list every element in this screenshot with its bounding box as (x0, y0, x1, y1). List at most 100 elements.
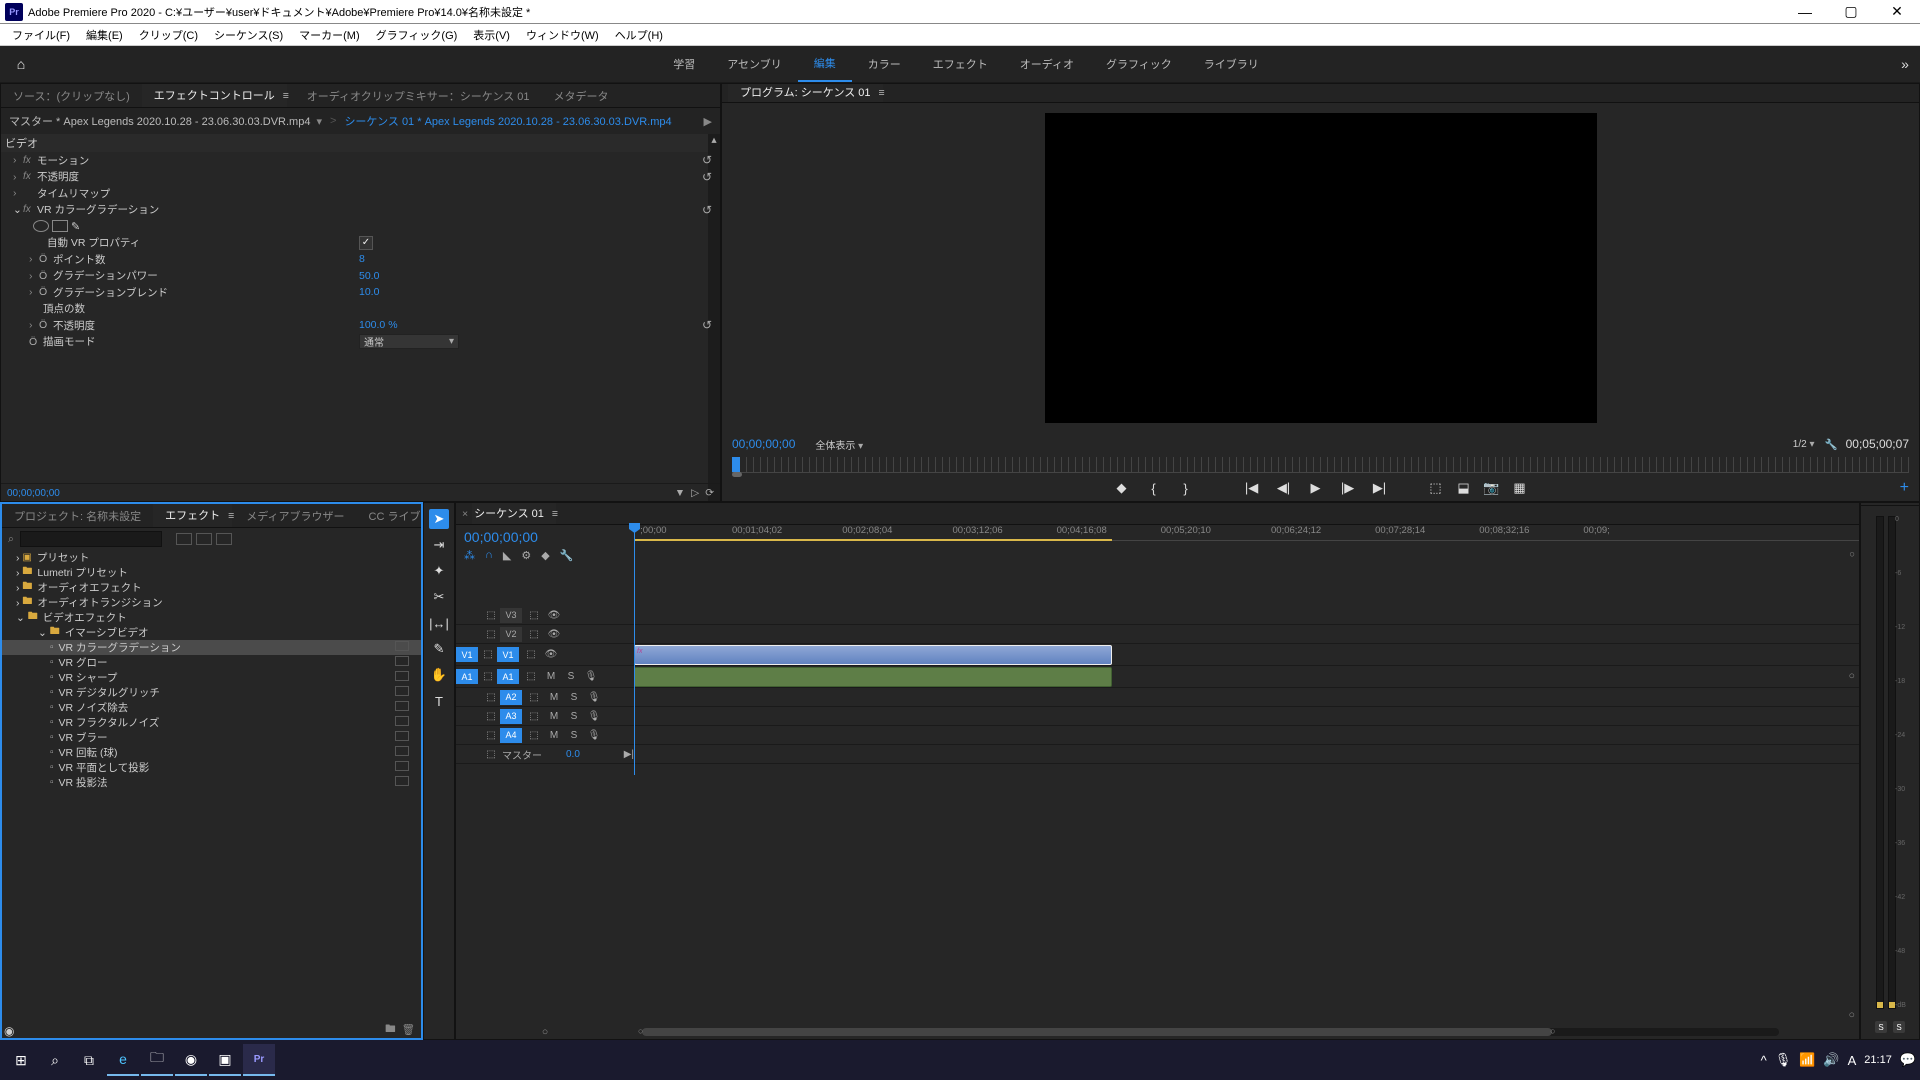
track-select-tool-icon[interactable]: ⇥ (429, 535, 449, 555)
track-a3-header[interactable]: ⬚A3⬚MS🎙 (456, 707, 634, 726)
taskbar-clock[interactable]: 21:17 (1864, 1054, 1892, 1066)
workspace-learning[interactable]: 学習 (657, 46, 711, 82)
tab-cc-libraries[interactable]: CC ライブラリ (357, 504, 422, 527)
lift-icon[interactable]: ⬚ (1427, 480, 1445, 496)
horiz-zoom-out-icon[interactable]: ○ (456, 1026, 634, 1038)
step-back-icon[interactable]: ◀| (1275, 480, 1293, 496)
preset-vr-gradation[interactable]: ▫VR カラーグラデーション (2, 640, 421, 655)
video-clip[interactable]: fx (634, 645, 1112, 665)
program-playhead[interactable] (732, 457, 740, 472)
hand-tool-icon[interactable]: ✋ (429, 665, 449, 685)
opacity-value[interactable]: 100.0 % (359, 319, 398, 331)
audio-clip[interactable] (634, 667, 1112, 687)
prop-grad-power[interactable]: ›Ö グラデーションパワー 50.0 (1, 268, 720, 285)
mic-icon[interactable]: 🎙 (1775, 1052, 1792, 1068)
auto-vr-checkbox[interactable]: ✓ (359, 236, 373, 250)
slip-tool-icon[interactable]: |↔| (429, 613, 449, 633)
menu-marker[interactable]: マーカー(M) (291, 27, 368, 43)
program-in-timecode[interactable]: 00;00;00;00 (732, 437, 795, 451)
reset-icon[interactable]: ↺ (702, 170, 712, 184)
folder-lumetri[interactable]: › 🖿Lumetri プリセット (2, 565, 421, 580)
preset-vr-project-plane[interactable]: ▫VR 平面として投影 (2, 760, 421, 775)
type-tool-icon[interactable]: T (429, 691, 449, 711)
timeline-playhead[interactable] (634, 525, 635, 775)
explorer-icon[interactable]: 🗀 (141, 1044, 173, 1076)
program-resolution-select[interactable]: 1/2 (1793, 439, 1815, 450)
window-minimize-button[interactable]: — (1782, 0, 1828, 24)
tab-menu-icon[interactable]: ≡ (283, 90, 295, 102)
preset-vr-glitch[interactable]: ▫VR デジタルグリッチ (2, 685, 421, 700)
workspace-color[interactable]: カラー (852, 46, 917, 82)
workspace-overflow-icon[interactable]: » (1890, 56, 1920, 72)
timeline-horiz-scrollbar[interactable] (642, 1028, 1779, 1036)
workspace-audio[interactable]: オーディオ (1004, 46, 1090, 82)
track-master-header[interactable]: ⬚マスター0.0▶| (456, 745, 634, 764)
menu-graphics[interactable]: グラフィック(G) (368, 27, 466, 43)
program-zoom-select[interactable]: 全体表示 (815, 437, 863, 452)
workspace-effects[interactable]: エフェクト (917, 46, 1004, 82)
grad-blend-value[interactable]: 10.0 (359, 286, 379, 298)
button-editor-icon[interactable]: + (1900, 479, 1909, 497)
wrench-icon[interactable]: 🔧 (560, 549, 574, 562)
preset-vr-fractal[interactable]: ▫VR フラクタルノイズ (2, 715, 421, 730)
mask-ellipse-icon[interactable] (33, 220, 49, 232)
accelerated-badge-icon[interactable] (176, 533, 192, 545)
workspace-editing[interactable]: 編集 (798, 46, 852, 82)
tab-media-browser[interactable]: メディアブラウザー (234, 504, 356, 527)
ime-icon[interactable]: A (1848, 1053, 1857, 1068)
go-to-out-icon[interactable]: ▶| (1371, 480, 1389, 496)
ripple-edit-tool-icon[interactable]: ✦ (429, 561, 449, 581)
linked-selection-icon[interactable]: ∩ (485, 549, 493, 562)
preset-vr-blur[interactable]: ▫VR ブラー (2, 730, 421, 745)
add-marker-icon[interactable]: ◣ (503, 549, 511, 562)
folder-presets[interactable]: › ▣プリセット (2, 550, 421, 565)
loop-icon[interactable]: ⟳ (705, 487, 714, 499)
timeline-nav-icon[interactable]: ▶ (704, 115, 712, 128)
timeline-ruler[interactable]: ;00;00 00;01;04;02 00;02;08;04 00;03;12;… (634, 525, 1859, 541)
yuv-badge-icon[interactable] (216, 533, 232, 545)
effect-motion[interactable]: ›fx モーション ↺ (1, 152, 720, 169)
blend-mode-select[interactable]: 通常 (359, 334, 459, 349)
menu-file[interactable]: ファイル(F) (4, 27, 78, 43)
folder-video-fx[interactable]: ⌄ 🖿ビデオエフェクト (2, 610, 421, 625)
folder-audio-fx[interactable]: › 🖿オーディオエフェクト (2, 580, 421, 595)
menu-clip[interactable]: クリップ(C) (131, 27, 206, 43)
tab-metadata[interactable]: メタデータ (542, 84, 621, 107)
menu-edit[interactable]: 編集(E) (78, 27, 131, 43)
zoom-scroll-diamond-icon[interactable]: ○ (1849, 549, 1855, 560)
razor-tool-icon[interactable]: ✂ (429, 587, 449, 607)
new-bin-icon[interactable]: 🖿 (385, 1021, 396, 1039)
tab-source[interactable]: ソース：(クリップなし) (1, 84, 142, 107)
tray-expand-icon[interactable]: ^ (1761, 1053, 1767, 1068)
volume-icon[interactable]: 🔊 (1823, 1052, 1839, 1068)
track-v1-header[interactable]: V1⬚V1⬚👁 (456, 644, 634, 666)
menu-help[interactable]: ヘルプ(H) (607, 27, 671, 43)
reset-icon[interactable]: ↺ (702, 203, 712, 217)
tab-project[interactable]: プロジェクト: 名称未設定 (2, 504, 153, 527)
workspace-graphics[interactable]: グラフィック (1090, 46, 1188, 82)
step-forward-icon[interactable]: |▶ (1339, 480, 1357, 496)
tab-sequence[interactable]: シーケンス 01 (472, 503, 556, 524)
point-count-value[interactable]: 8 (359, 253, 365, 265)
play-only-icon[interactable]: ▷ (691, 487, 699, 499)
preset-vr-glow[interactable]: ▫VR グロー (2, 655, 421, 670)
task-view-icon[interactable]: ⧉ (73, 1044, 105, 1076)
effect-vr-gradation[interactable]: ⌄fx VR カラーグラデーション ↺ (1, 202, 720, 219)
tab-menu-icon[interactable]: ≡ (879, 87, 891, 99)
effect-time-remap[interactable]: › タイムリマップ (1, 185, 720, 202)
workspace-libraries[interactable]: ライブラリ (1188, 46, 1275, 82)
timeline-content-area[interactable]: fx ○ ○ (634, 566, 1859, 1025)
tab-effect-controls[interactable]: エフェクトコントロール (142, 84, 287, 107)
window-maximize-button[interactable]: ▢ (1828, 0, 1874, 24)
prop-point-count[interactable]: ›Ö ポイント数 8 (1, 251, 720, 268)
edge-icon[interactable]: e (107, 1044, 139, 1076)
mark-in-icon[interactable]: { (1145, 481, 1163, 496)
preset-vr-sharp[interactable]: ▫VR シャープ (2, 670, 421, 685)
home-icon[interactable]: ⌂ (0, 56, 42, 72)
effect-opacity[interactable]: ›fx 不透明度 ↺ (1, 169, 720, 186)
zoom-diamond-icon[interactable]: ○ (1849, 670, 1855, 682)
caption-track-icon[interactable]: ◆ (541, 549, 549, 562)
folder-audio-trans[interactable]: › 🖿オーディオトランジション (2, 595, 421, 610)
menu-view[interactable]: 表示(V) (465, 27, 518, 43)
play-icon[interactable]: ▶ (1307, 480, 1325, 496)
